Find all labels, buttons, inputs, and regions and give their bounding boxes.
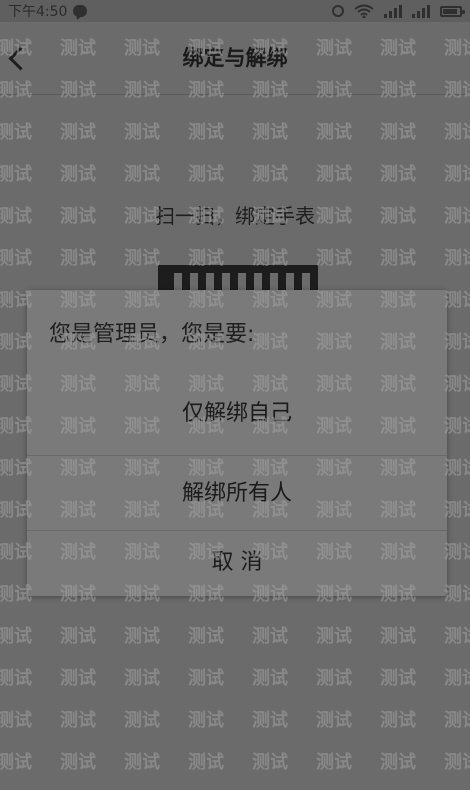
watermark-text: 测试 <box>60 626 96 647</box>
battery-icon <box>440 5 465 17</box>
app-header: 绑定与解绑 <box>0 22 470 95</box>
watermark-text: 测试 <box>252 752 288 773</box>
watermark-text: 测试 <box>124 122 160 143</box>
status-bar: 下午4:50 <box>0 0 470 22</box>
watermark-text: 测试 <box>316 626 352 647</box>
watermark-text: 测试 <box>0 122 32 143</box>
watermark-row: 测试 测试 测试 测试 测试 测试 测试 测试 <box>0 664 470 690</box>
watermark-text: 测试 <box>188 752 224 773</box>
watermark-text: 测试 <box>444 542 470 563</box>
watermark-text: 测试 <box>316 122 352 143</box>
watermark-text: 测试 <box>444 500 470 521</box>
watermark-text: 测试 <box>380 248 416 269</box>
watermark-text: 测试 <box>380 122 416 143</box>
watermark-text: 测试 <box>188 164 224 185</box>
watermark-text: 测试 <box>188 668 224 689</box>
watermark-text: 测试 <box>124 164 160 185</box>
watermark-text: 测试 <box>0 668 32 689</box>
watermark-text: 测试 <box>444 122 470 143</box>
watermark-text: 测试 <box>188 710 224 731</box>
watermark-text: 测试 <box>444 458 470 479</box>
watermark-text: 测试 <box>444 668 470 689</box>
unbind-self-option[interactable]: 仅解绑自己 <box>27 368 447 454</box>
watermark-text: 测试 <box>188 626 224 647</box>
scan-hint: 扫一扫，绑定手表 <box>155 204 315 228</box>
watermark-text: 测试 <box>444 164 470 185</box>
watermark-text: 测试 <box>380 164 416 185</box>
watermark-row: 测试 测试 测试 测试 测试 测试 测试 测试 <box>0 748 470 774</box>
watermark-text: 测试 <box>444 584 470 605</box>
status-right <box>332 4 465 18</box>
watermark-text: 测试 <box>316 164 352 185</box>
watermark-text: 测试 <box>0 626 32 647</box>
unbind-all-option[interactable]: 解绑所有人 <box>27 448 447 534</box>
watermark-text: 测试 <box>380 710 416 731</box>
watermark-text: 测试 <box>316 710 352 731</box>
watermark-row: 测试 测试 测试 测试 测试 测试 测试 测试 <box>0 118 470 144</box>
watermark-text: 测试 <box>444 332 470 353</box>
watermark-text: 测试 <box>252 122 288 143</box>
watermark-text: 测试 <box>316 752 352 773</box>
watermark-text: 测试 <box>444 752 470 773</box>
watermark-text: 测试 <box>444 416 470 437</box>
watermark-text: 测试 <box>0 248 32 269</box>
watermark-text: 测试 <box>124 752 160 773</box>
watermark-text: 测试 <box>124 710 160 731</box>
unbind-dialog: 您是管理员，您是要: 仅解绑自己 解绑所有人 取 消 <box>27 290 447 596</box>
page-title: 绑定与解绑 <box>182 46 288 70</box>
watermark-text: 测试 <box>444 710 470 731</box>
dialog-title: 您是管理员，您是要: <box>49 322 255 347</box>
watermark-row: 测试 测试 测试 测试 测试 测试 测试 测试 <box>0 622 470 648</box>
wifi-icon <box>354 4 374 18</box>
watermark-text: 测试 <box>444 626 470 647</box>
chat-bubble-icon <box>73 5 88 17</box>
watermark-text: 测试 <box>444 374 470 395</box>
status-time: 下午4:50 <box>8 4 68 20</box>
watermark-text: 测试 <box>60 668 96 689</box>
watermark-text: 测试 <box>188 122 224 143</box>
battery-fill <box>443 8 457 14</box>
watermark-text: 测试 <box>0 164 32 185</box>
alarm-icon <box>332 5 344 17</box>
watermark-text: 测试 <box>380 626 416 647</box>
signal-icon-2 <box>412 4 430 18</box>
watermark-text: 测试 <box>252 668 288 689</box>
signal-icon <box>384 4 402 18</box>
watermark-text: 测试 <box>0 710 32 731</box>
watermark-text: 测试 <box>252 626 288 647</box>
watermark-text: 测试 <box>60 122 96 143</box>
watermark-text: 测试 <box>124 668 160 689</box>
watermark-text: 测试 <box>60 752 96 773</box>
watermark-text: 测试 <box>0 752 32 773</box>
watermark-text: 测试 <box>316 668 352 689</box>
watermark-text: 测试 <box>60 710 96 731</box>
watermark-text: 测试 <box>252 164 288 185</box>
watermark-text: 测试 <box>124 626 160 647</box>
watermark-text: 测试 <box>252 710 288 731</box>
watermark-text: 测试 <box>444 290 470 311</box>
watermark-text: 测试 <box>60 164 96 185</box>
cancel-button[interactable]: 取 消 <box>27 524 447 596</box>
watermark-text: 测试 <box>380 668 416 689</box>
phone-screen: 下午4:50 绑定与解绑 扫一扫，绑定手表 您是管理员，您是要: 仅解绑自己 解… <box>0 0 470 790</box>
watermark-row: 测试 测试 测试 测试 测试 测试 测试 测试 <box>0 160 470 186</box>
watermark-text: 测试 <box>444 248 470 269</box>
watermark-text: 测试 <box>380 752 416 773</box>
watermark-text: 测试 <box>316 248 352 269</box>
status-left: 下午4:50 <box>8 1 88 21</box>
watermark-row: 测试 测试 测试 测试 测试 测试 测试 测试 <box>0 706 470 732</box>
watermark-text: 测试 <box>60 248 96 269</box>
